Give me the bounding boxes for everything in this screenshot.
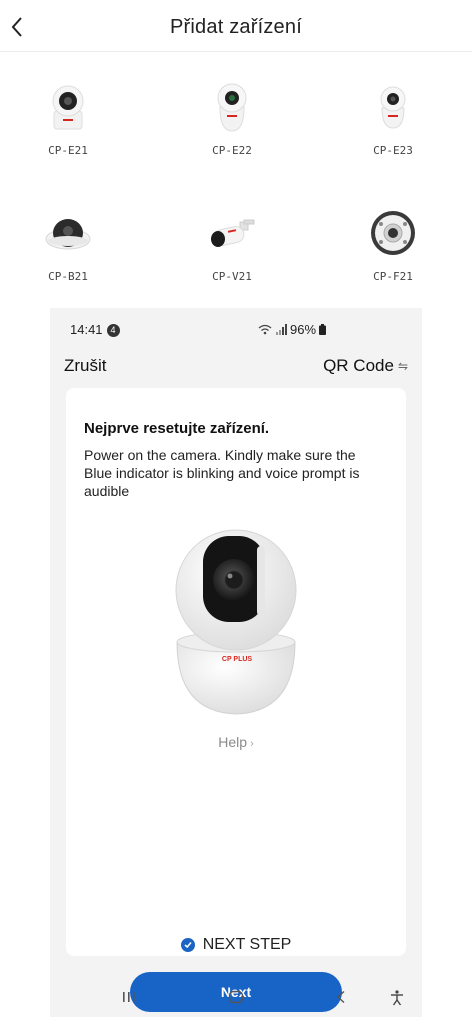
- bullet-camera-icon: [182, 208, 282, 258]
- device-item-cp-b21[interactable]: CP-B21: [18, 196, 118, 296]
- brand-logo: CP PLUS: [221, 656, 253, 663]
- help-label: Help: [218, 734, 248, 750]
- signal-icon: [276, 324, 287, 335]
- wifi-icon: [258, 324, 272, 335]
- home-icon[interactable]: [228, 990, 244, 1009]
- device-item-cp-e22[interactable]: CP-E22: [182, 70, 282, 170]
- accessibility-icon[interactable]: [390, 990, 404, 1011]
- recent-apps-icon[interactable]: [122, 990, 136, 1009]
- device-grid: CP-E21 CP-E22 CP-E23 CP-B21 CP-V21 CP-F2…: [0, 70, 472, 290]
- status-bar: 14:41 4 96%: [50, 308, 422, 344]
- device-label: CP-E23: [373, 144, 413, 157]
- status-time-text: 14:41: [70, 322, 103, 337]
- next-step-label: NEXT STEP: [202, 936, 292, 953]
- card-description: Power on the camera. Kindly make sure th…: [84, 447, 360, 499]
- back-nav-icon[interactable]: [336, 990, 346, 1009]
- notification-badge: 4: [106, 324, 120, 337]
- device-label: CP-B21: [48, 270, 88, 283]
- status-time: 14:41 4: [70, 322, 120, 337]
- device-label: CP-F21: [373, 270, 413, 283]
- reset-instructions-card: Nejprve resetujte zařízení. Power on the…: [66, 388, 406, 1012]
- help-link[interactable]: Help ›: [66, 734, 406, 750]
- battery-icon: [319, 324, 327, 335]
- cancel-button[interactable]: Zrušit: [64, 356, 107, 376]
- fisheye-camera-icon: [343, 208, 443, 258]
- device-label: CP-E22: [212, 144, 252, 157]
- ceiling-dome-camera-icon: [18, 208, 118, 258]
- card-title: Nejprve resetujte zařízení.: [84, 420, 270, 437]
- setup-topbar: Zrušit QR Code ⇋: [50, 352, 422, 382]
- setup-screenshot: 14:41 4 96% Zrušit QR Code ⇋ Nejprve res…: [50, 308, 422, 1017]
- battery-text: 96%: [290, 322, 317, 337]
- check-icon: [180, 938, 195, 952]
- page-title: Přidat zařízení: [170, 16, 302, 38]
- device-item-cp-v21[interactable]: CP-V21: [182, 196, 282, 296]
- next-step-checkbox[interactable]: NEXT STEP: [66, 936, 406, 954]
- camera-illustration: [175, 529, 297, 715]
- device-label: CP-V21: [212, 270, 252, 283]
- device-item-cp-f21[interactable]: CP-F21: [343, 196, 443, 296]
- chevron-right-icon: ›: [250, 738, 254, 750]
- device-item-cp-e21[interactable]: CP-E21: [18, 70, 118, 170]
- dome-camera-icon: [18, 82, 118, 132]
- qr-code-label: QR Code: [323, 356, 394, 375]
- qr-code-button[interactable]: QR Code ⇋: [323, 356, 408, 376]
- app-header: Přidat zařízení: [0, 0, 472, 52]
- pan-tilt-camera-icon: [182, 82, 282, 132]
- status-right: 96%: [258, 322, 327, 337]
- device-label: CP-E21: [48, 144, 88, 157]
- system-nav-bar: [50, 984, 422, 1017]
- mini-camera-icon: [343, 82, 443, 132]
- swap-icon: ⇋: [397, 359, 408, 373]
- device-item-cp-e23[interactable]: CP-E23: [343, 70, 443, 170]
